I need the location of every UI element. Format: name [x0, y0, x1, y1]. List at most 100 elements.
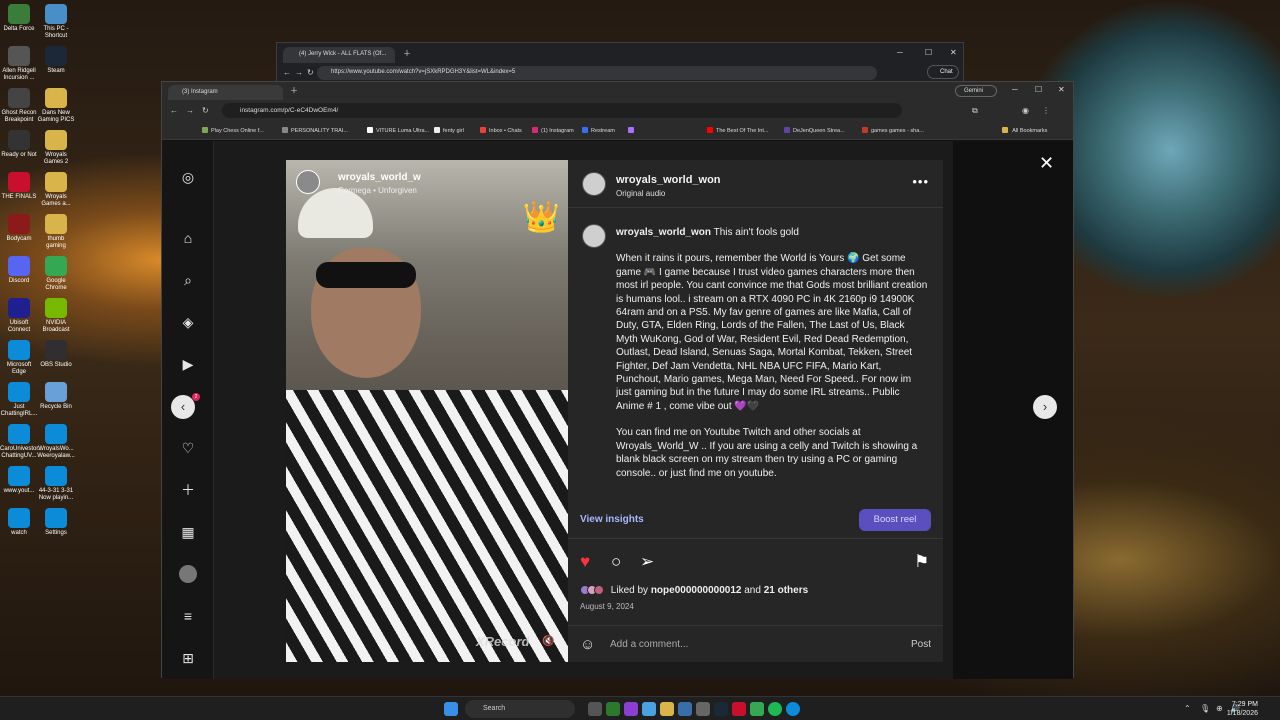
youtube-tab[interactable]: (4) Jerry Wick - ALL FLATS (Of...	[283, 47, 395, 63]
more-options-icon[interactable]: •••	[912, 174, 929, 189]
taskbar-clock[interactable]: 7:29 PM 1/18/2026	[1227, 700, 1258, 718]
minimize-icon[interactable]: ─	[897, 48, 903, 57]
taskbar-search-box[interactable]: Search	[465, 700, 575, 718]
minimize-icon[interactable]: ─	[1012, 85, 1018, 94]
instagram-tab[interactable]: (3) Instagram	[168, 85, 283, 100]
desktop-shortcut[interactable]: NVIDIA Broadcast	[37, 298, 75, 334]
desktop-shortcut[interactable]: thumb gaming	[37, 214, 75, 250]
close-modal-icon[interactable]: ✕	[1039, 153, 1054, 174]
desktop-shortcut[interactable]: watch	[0, 508, 38, 537]
new-tab-icon[interactable]: ＋	[290, 85, 298, 96]
bookmark-item[interactable]: Inbox • Chats	[480, 127, 522, 134]
emoji-icon[interactable]: ☺	[580, 636, 595, 653]
edge-icon[interactable]	[786, 702, 800, 716]
desktop-shortcut[interactable]: Google Chrome	[37, 256, 75, 292]
maximize-icon[interactable]: ☐	[925, 48, 932, 57]
file-explorer-icon[interactable]	[660, 702, 674, 716]
mail-icon[interactable]	[642, 702, 656, 716]
forward-icon[interactable]: →	[295, 68, 303, 77]
start-button-icon[interactable]	[444, 702, 458, 716]
gemini-button[interactable]: Gemini	[955, 85, 997, 97]
task-view-icon[interactable]	[588, 702, 602, 716]
author-avatar[interactable]	[582, 172, 606, 196]
desktop-shortcut[interactable]: Dans New Gaming PICS	[37, 88, 75, 124]
desktop-shortcut[interactable]: Just ChattingIRL...	[0, 382, 38, 418]
mute-icon[interactable]: 🔇	[542, 636, 554, 647]
bookmark-item[interactable]: games games - sha...	[862, 127, 924, 134]
likes-summary[interactable]: Liked by nope000000000012 and 21 others	[580, 585, 808, 596]
liked-by-others[interactable]: 21 others	[764, 585, 808, 596]
view-insights-link[interactable]: View insights	[580, 514, 644, 525]
bookmark-item[interactable]: VITURE Luma Ultra...	[367, 127, 429, 134]
bookmark-item[interactable]: Play Chess Online f...	[202, 127, 264, 134]
save-bookmark-icon[interactable]: ⚑	[914, 552, 929, 572]
desktop-shortcut[interactable]: WroyalsWo... Weeroyalaw...	[37, 424, 75, 460]
like-heart-icon[interactable]: ♥	[580, 552, 590, 572]
desktop-shortcut[interactable]: CaroUnivestor... ChattingUV...	[0, 424, 43, 460]
bookmark-item[interactable]: Restream	[582, 127, 615, 134]
mic-icon[interactable]: 🎙	[1200, 704, 1210, 714]
desktop-shortcut[interactable]: 44-3-31 3-31 Now playin...	[37, 466, 75, 502]
reload-icon[interactable]: ↻	[307, 68, 314, 77]
bookmark-item[interactable]	[628, 127, 637, 134]
reel-video[interactable]: 👑 wroyals_world_w Cormega • Unforgiven X…	[286, 160, 568, 662]
desktop-shortcut[interactable]: Discord	[0, 256, 38, 285]
next-post-arrow-icon[interactable]: ›	[1033, 395, 1057, 419]
profile-avatar-icon[interactable]	[179, 565, 197, 583]
desktop-shortcut[interactable]: Ghost Recon Breakpoint	[0, 88, 38, 124]
desktop-shortcut[interactable]: Ubisoft Connect	[0, 298, 38, 334]
desktop-shortcut[interactable]: Steam	[37, 46, 75, 75]
also-from-meta-icon[interactable]: ⊞	[179, 649, 197, 667]
reload-icon[interactable]: ↻	[202, 106, 209, 115]
bookmark-item[interactable]: PERSONALITY TRAI...	[282, 127, 348, 134]
copilot-icon[interactable]	[624, 702, 638, 716]
network-icon[interactable]: ⊕	[1216, 704, 1226, 714]
boost-reel-button[interactable]: Boost reel	[859, 509, 931, 531]
maximize-icon[interactable]: ☐	[1035, 85, 1042, 94]
instagram-logo-icon[interactable]: ◎	[179, 168, 197, 186]
more-menu-icon[interactable]: ≡	[179, 607, 197, 625]
tray-chevron-icon[interactable]: ⌃	[1184, 704, 1194, 714]
back-icon[interactable]: ←	[170, 106, 178, 115]
explore-icon[interactable]: ◈	[179, 313, 197, 331]
share-icon[interactable]: ➢	[640, 552, 654, 572]
xbox-icon[interactable]	[606, 702, 620, 716]
notifications-heart-icon[interactable]: ♡	[179, 439, 197, 457]
profile-icon[interactable]: ◉	[1022, 106, 1029, 115]
steam-icon[interactable]	[714, 702, 728, 716]
desktop-shortcut[interactable]: Wroyals Games a...	[37, 172, 75, 208]
reels-icon[interactable]: ▶	[179, 355, 197, 373]
desktop-shortcut[interactable]: Recycle Bin	[37, 382, 75, 411]
bookmark-item[interactable]: DeJenQueen Strea...	[784, 127, 845, 134]
close-icon[interactable]: ✕	[950, 48, 957, 57]
back-icon[interactable]: ←	[283, 68, 291, 77]
desktop-shortcut[interactable]: Allen Ridgell Incursion ...	[0, 46, 38, 82]
spotify-icon[interactable]	[768, 702, 782, 716]
desktop-shortcut[interactable]: THE FINALS	[0, 172, 38, 201]
comment-input[interactable]: Add a comment...	[610, 639, 688, 650]
desktop-shortcut[interactable]: Microsoft Edge	[0, 340, 38, 376]
desktop-shortcut[interactable]: This PC - Shortcut	[37, 4, 75, 40]
desktop-shortcut[interactable]: Bodycam	[0, 214, 38, 243]
menu-icon[interactable]: ⋮	[1042, 106, 1050, 115]
extensions-icon[interactable]: ⧉	[972, 106, 978, 116]
previous-post-arrow-icon[interactable]: ‹	[171, 395, 195, 419]
new-tab-icon[interactable]: ＋	[403, 48, 411, 59]
chat-button[interactable]: Chat	[927, 65, 959, 79]
all-bookmarks-folder[interactable]: All Bookmarks	[1002, 127, 1047, 134]
author-username[interactable]: wroyals_world_won	[616, 174, 721, 186]
audio-label[interactable]: Original audio	[616, 189, 665, 198]
liked-by-user[interactable]: nope000000000012	[651, 585, 742, 596]
bookmark-item[interactable]: (1) Instagram	[532, 127, 574, 134]
desktop-shortcut[interactable]: Delta Force	[0, 4, 38, 33]
caption-username[interactable]: wroyals_world_won	[616, 227, 711, 238]
app-icon[interactable]	[732, 702, 746, 716]
caption-avatar[interactable]	[582, 224, 606, 248]
instagram-browser-window[interactable]: (3) Instagram ＋ Gemini ─ ☐ ✕ ← → ↻ insta…	[161, 81, 1074, 679]
desktop-shortcut[interactable]: OBS Studio	[37, 340, 75, 369]
bookmark-item[interactable]: The Best Of The Int...	[707, 127, 768, 134]
store-icon[interactable]	[678, 702, 692, 716]
instagram-address-bar[interactable]: instagram.com/p/C-eC4DwOEm4/	[222, 103, 902, 118]
desktop-shortcut[interactable]: Settings	[37, 508, 75, 537]
post-comment-button[interactable]: Post	[911, 639, 931, 650]
